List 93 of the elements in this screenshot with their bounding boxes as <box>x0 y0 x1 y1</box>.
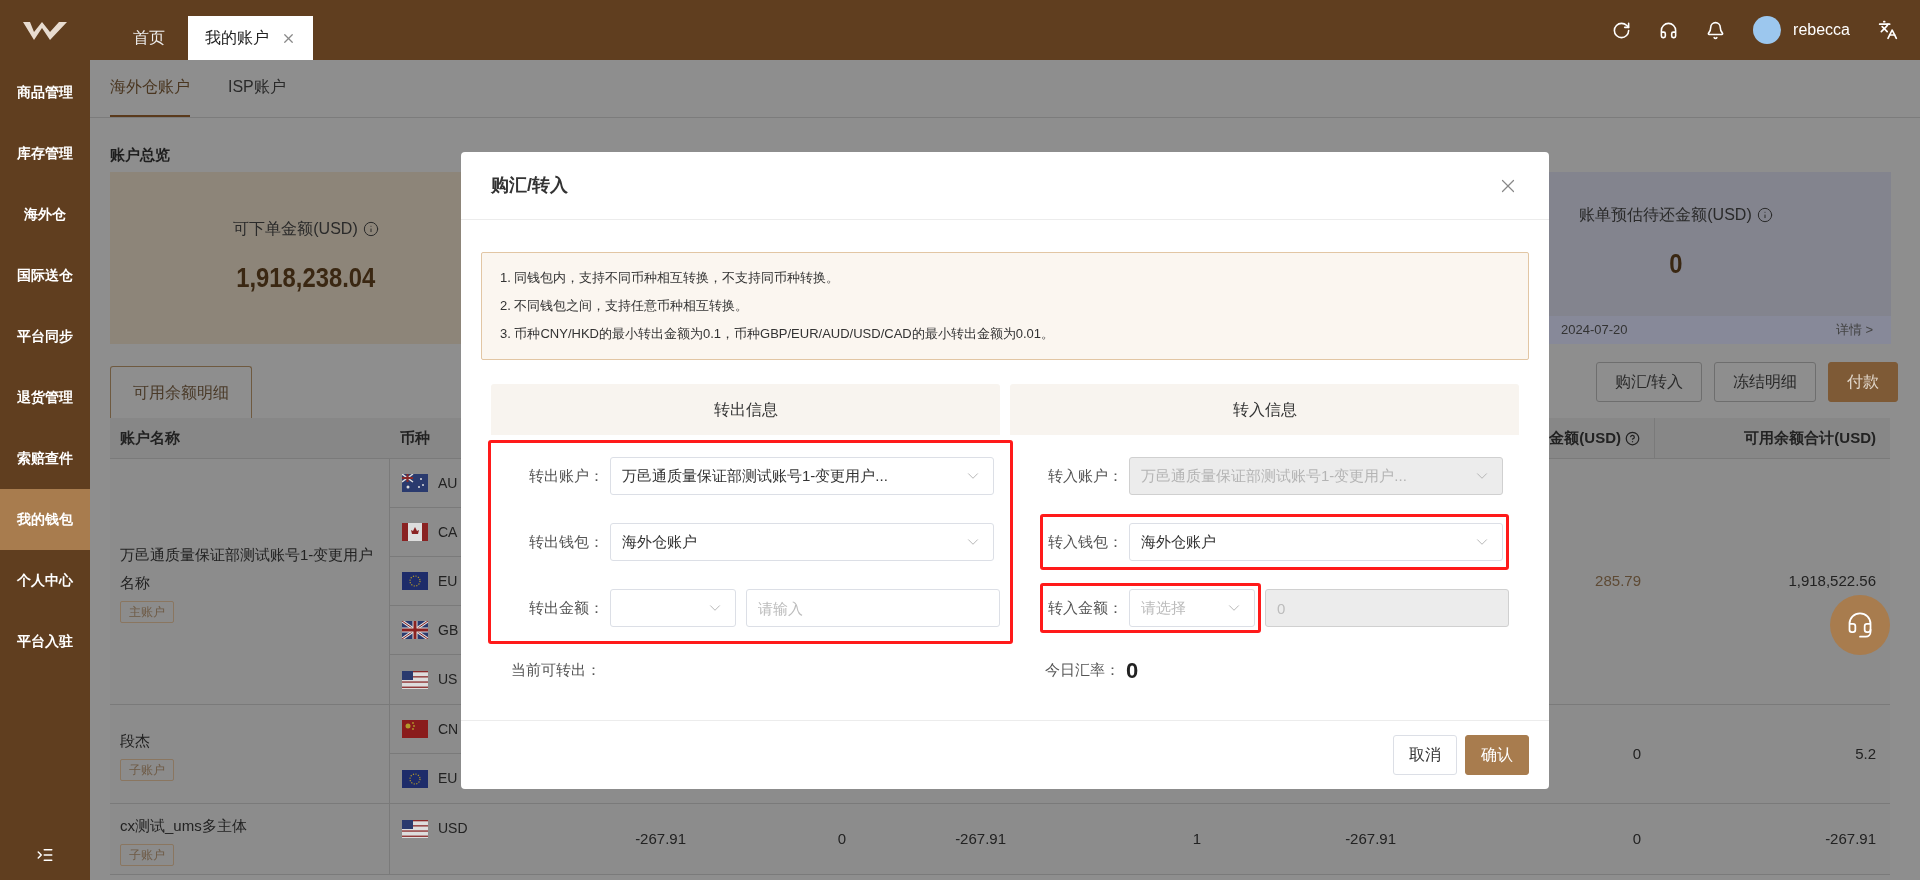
sidebar-item[interactable]: 个人中心 <box>0 550 90 611</box>
action-button[interactable]: 冻结明细 <box>1714 362 1816 402</box>
language-icon[interactable] <box>1878 20 1898 40</box>
amount-input[interactable]: 请输入 <box>746 589 1000 627</box>
flag-icon <box>402 769 428 788</box>
account-name: 万邑通质量保证部测试账号1-变更用户名称 <box>120 544 375 593</box>
collapse-menu-icon[interactable] <box>36 846 54 864</box>
info-label: 今日汇率： <box>1044 659 1121 680</box>
card-label: 可下单金额(USD) <box>233 219 358 239</box>
amount-cell-text: -267.91 <box>1825 828 1876 849</box>
currency-code: CA <box>438 522 458 542</box>
select-field[interactable] <box>610 589 736 627</box>
sidebar-item[interactable]: 商品管理 <box>0 62 90 123</box>
refresh-icon[interactable] <box>1612 20 1632 40</box>
sidebar-item[interactable]: 库存管理 <box>0 123 90 184</box>
currency-code: EU <box>438 571 458 591</box>
account-type-tag: 主账户 <box>120 600 174 623</box>
field-label: 转入金额： <box>1047 597 1124 618</box>
dialog-button[interactable]: 确认 <box>1465 735 1529 775</box>
card-label: 账单预估待还金额(USD) <box>1579 205 1752 225</box>
currency-code: EU <box>438 769 458 788</box>
account-tab[interactable]: ISP账户 <box>228 60 286 117</box>
column-header: 可用余额合计(USD) <box>1744 427 1876 448</box>
amount-cell-text: -267.91 <box>635 828 686 849</box>
flag-icon <box>402 819 428 838</box>
dialog-button[interactable]: 取消 <box>1393 735 1457 775</box>
sidebar-item[interactable]: 海外仓 <box>0 184 90 245</box>
field-label: 转入钱包： <box>1047 531 1124 552</box>
currency-code: US <box>438 670 458 689</box>
section-header: 转入信息 <box>1010 384 1519 435</box>
amount-cell-text: -267.91 <box>955 828 1006 849</box>
amount-cell-text: 1 <box>1192 828 1201 849</box>
currency-code: AU <box>438 473 458 493</box>
info-label: 当前可转出： <box>510 659 602 680</box>
currency-code: USD <box>438 819 468 838</box>
page-tab[interactable]: 首页 <box>110 16 188 60</box>
flag-icon <box>402 523 428 541</box>
field-label: 转出金额： <box>528 597 605 618</box>
due-date: 2024-07-20 <box>1561 321 1628 340</box>
dialog-title: 购汇/转入 <box>491 174 568 197</box>
account-type-tag: 子账户 <box>120 844 174 866</box>
section-header: 转出信息 <box>491 384 1000 435</box>
notice-text: 1. 同钱包内，支持不同币种相互转换，不支持同币种转换。 <box>500 269 841 287</box>
column-header: 金额(USD) <box>1549 427 1621 448</box>
sidebar-item[interactable]: 退货管理 <box>0 367 90 428</box>
exchange-rate-value: 0 <box>1126 656 1139 685</box>
amount-cell-text: 0 <box>837 828 846 849</box>
amount-cell-text: 5.2 <box>1855 743 1876 764</box>
field-label: 转出账户： <box>528 465 605 486</box>
select-field[interactable]: 万邑通质量保证部测试账号1-变更用户... <box>610 457 994 495</box>
account-type-tag: 子账户 <box>120 759 174 781</box>
user-name[interactable]: rebecca <box>1793 18 1850 42</box>
sidebar-item[interactable]: 国际送仓 <box>0 245 90 306</box>
info-icon[interactable] <box>362 221 379 237</box>
column-header: 账户名称 <box>120 427 180 448</box>
card-value: 0 <box>1669 247 1683 281</box>
account-tab[interactable]: 海外仓账户 <box>110 60 190 117</box>
amount-cell-text: 0 <box>1632 828 1641 849</box>
notice-text: 2. 不同钱包之间，支持任意币种相互转换。 <box>500 297 750 315</box>
account-name: 段杰 <box>120 731 150 751</box>
account-name: cx测试_ums多主体 <box>120 816 247 836</box>
amount-cell-text: 0 <box>1632 743 1641 764</box>
logo-icon <box>22 20 68 42</box>
flag-icon <box>402 572 428 590</box>
flag-icon <box>402 670 428 689</box>
flag-icon <box>402 474 428 492</box>
sidebar-item[interactable]: 平台同步 <box>0 306 90 367</box>
avatar[interactable] <box>1753 16 1782 44</box>
page-tab[interactable]: 我的账户 <box>188 16 313 60</box>
info-icon[interactable] <box>1756 207 1773 223</box>
flag-icon <box>402 720 428 738</box>
section-title: 账户总览 <box>110 144 170 165</box>
sidebar-item[interactable]: 索赔查件 <box>0 428 90 489</box>
card-value: 1,918,238.04 <box>236 261 376 295</box>
field-label: 转入账户： <box>1047 465 1124 486</box>
select-field[interactable]: 海外仓账户 <box>610 523 994 561</box>
headset-icon <box>1846 611 1874 639</box>
action-button[interactable]: 付款 <box>1828 362 1898 402</box>
notice-text: 3. 币种CNY/HKD的最小转出金额为0.1，币种GBP/EUR/AUD/USD/CAD的最小转出金额为0.01。 <box>500 325 1056 343</box>
sidebar-item[interactable]: 平台入驻 <box>0 611 90 672</box>
bell-icon[interactable] <box>1706 20 1726 40</box>
currency-code: CN <box>438 719 459 739</box>
field-label: 转出钱包： <box>528 531 605 552</box>
column-header: 币种 <box>400 427 430 448</box>
select-field[interactable]: 海外仓账户 <box>1129 523 1503 561</box>
amount-cell-text: -267.91 <box>1345 828 1396 849</box>
currency-code: GB <box>438 620 459 640</box>
sidebar-item[interactable]: 我的钱包 <box>0 489 90 550</box>
help-icon[interactable] <box>1625 430 1640 446</box>
amount-cell-text: 1,918,522.56 <box>1788 571 1876 592</box>
headphones-icon[interactable] <box>1659 20 1679 40</box>
action-button[interactable]: 购汇/转入 <box>1595 362 1702 402</box>
flag-icon <box>402 621 428 639</box>
